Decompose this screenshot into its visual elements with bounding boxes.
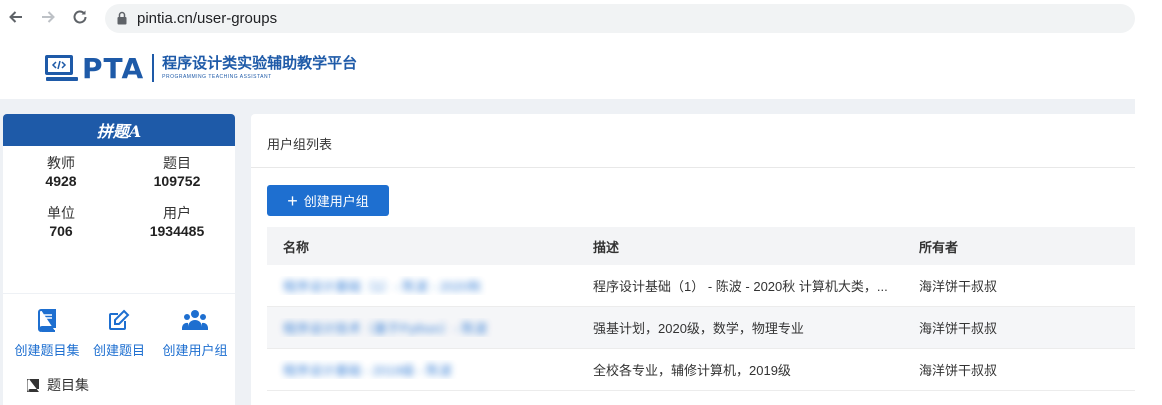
lock-icon: [117, 11, 127, 25]
group-description: 全校各专业，辅修计算机，2019级: [593, 363, 791, 378]
table-header: 名称 描述 所有者: [267, 227, 1135, 265]
group-owner: 海洋饼干叔叔: [919, 279, 998, 294]
page-title: 用户组列表: [267, 137, 333, 152]
logo-cn-text: 程序设计类实验辅助教学平台: [162, 55, 358, 72]
group-owner: 海洋饼干叔叔: [919, 363, 998, 378]
stat-label: 单位: [47, 205, 75, 221]
user-groups-panel: 用户组列表 + 创建用户组 名称 描述 所有者 程序设计基础（1）- 陈波 - …: [251, 114, 1135, 405]
menu-item-problem-sets[interactable]: 题目集: [27, 375, 89, 395]
divider: [251, 167, 1135, 168]
address-bar[interactable]: pintia.cn/user-groups: [105, 4, 1135, 33]
button-label: 创建用户组: [303, 194, 369, 209]
window-edge: [1135, 0, 1162, 405]
stats-panel: 教师 4928 题目 109752 单位 706 用户 1934485: [3, 146, 235, 293]
create-user-group-action[interactable]: 创建用户组: [155, 308, 235, 359]
stat-value: 1934485: [149, 223, 205, 239]
edit-icon: [109, 309, 130, 330]
book-icon: [27, 378, 39, 392]
pta-logo[interactable]: PTA 程序设计类实验辅助教学平台 PROGRAMMING TEACHING A…: [44, 51, 357, 85]
create-user-group-button[interactable]: + 创建用户组: [267, 185, 389, 216]
stat-units: 单位 706: [3, 204, 119, 240]
site-header: PTA 程序设计类实验辅助教学平台 PROGRAMMING TEACHING A…: [0, 37, 1135, 99]
stat-value: 706: [49, 223, 73, 239]
column-header-description[interactable]: 描述: [593, 237, 919, 256]
plus-icon: +: [287, 190, 298, 211]
stat-label: 题目: [163, 155, 191, 171]
back-arrow-icon[interactable]: [6, 8, 26, 28]
stat-teachers: 教师 4928: [3, 154, 119, 190]
group-description: 程序设计基础（1） - 陈波 - 2020秋 计算机大类，...: [593, 279, 888, 294]
logo-divider: [152, 54, 155, 82]
sidebar-menu: 题目集: [3, 356, 235, 405]
table-row[interactable]: 程序设计基础 - 2019级 - 陈波 全校各专业，辅修计算机，2019级 海洋…: [267, 349, 1135, 391]
group-name-link[interactable]: 程序设计技术（基于Python）- 陈波: [283, 321, 487, 336]
column-header-owner[interactable]: 所有者: [919, 237, 1135, 256]
stat-users: 用户 1934485: [119, 204, 235, 240]
create-problem-set-action[interactable]: 创建题目集: [11, 308, 83, 359]
reload-icon[interactable]: [70, 8, 90, 28]
sidebar-banner: 拼题A: [3, 114, 235, 146]
banner-logo-text: 拼题A: [96, 122, 142, 141]
logo-pta-text: PTA: [82, 51, 145, 85]
create-problem-action[interactable]: 创建题目: [87, 308, 151, 359]
menu-item-label: 题目集: [47, 377, 89, 393]
forward-arrow-icon[interactable]: [38, 8, 58, 28]
table-row[interactable]: 程序设计基础（1）- 陈波 - 2020秋 程序设计基础（1） - 陈波 - 2…: [267, 265, 1135, 307]
table-row[interactable]: 程序设计技术（基于Python）- 陈波 强基计划，2020级，数学，物理专业 …: [267, 307, 1135, 349]
stat-label: 用户: [163, 205, 191, 221]
stat-value: 109752: [153, 173, 201, 189]
group-owner: 海洋饼干叔叔: [919, 321, 998, 336]
users-icon: [182, 310, 208, 330]
group-name-link[interactable]: 程序设计基础（1）- 陈波 - 2020秋: [283, 279, 482, 294]
group-description: 强基计划，2020级，数学，物理专业: [593, 321, 804, 336]
browser-toolbar: pintia.cn/user-groups: [0, 0, 1162, 37]
user-groups-table: 名称 描述 所有者 程序设计基础（1）- 陈波 - 2020秋 程序设计基础（1…: [267, 227, 1135, 391]
book-icon: [38, 309, 56, 332]
stat-label: 教师: [47, 155, 75, 171]
stat-value: 4928: [45, 173, 77, 189]
column-header-name[interactable]: 名称: [267, 237, 593, 256]
sidebar: 拼题A 教师 4928 题目 109752 单位 706 用户 1934485: [3, 114, 235, 378]
logo-en-text: PROGRAMMING TEACHING ASSISTANT: [162, 74, 272, 80]
group-name-link[interactable]: 程序设计基础 - 2019级 - 陈波: [283, 363, 452, 378]
url-text: pintia.cn/user-groups: [137, 10, 278, 27]
stat-problems: 题目 109752: [119, 154, 235, 190]
monitor-code-icon: [45, 55, 78, 81]
